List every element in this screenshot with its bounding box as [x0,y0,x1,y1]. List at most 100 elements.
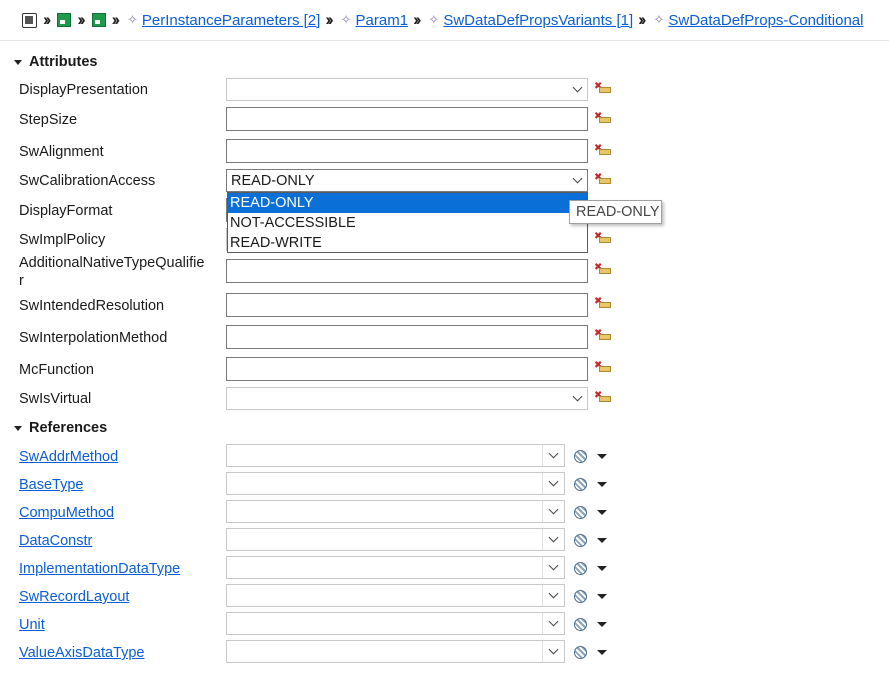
reference-globe-icon[interactable] [574,562,587,575]
chevron-down-icon[interactable] [542,501,564,522]
reference-link-valueaxisdatatype[interactable]: ValueAxisDataType [19,645,144,661]
label-swalignment: SwAlignment [19,144,104,160]
breadcrumb-link-swdatadefprops-conditional[interactable]: SwDataDefProps-Conditional [668,12,863,29]
clear-value-icon[interactable]: ✖ [594,232,612,246]
breadcrumb-link-perinstanceparameters[interactable]: PerInstanceParameters [2] [142,12,320,29]
reference-link-implementationdatatype[interactable]: ImplementationDataType [19,561,180,577]
dropdown-option-read-only[interactable]: READ-ONLY [228,193,587,213]
diamond-icon: ✧ [340,12,352,27]
label-displayformat: DisplayFormat [19,203,113,219]
references-title: References [29,420,108,436]
swalignment-input[interactable] [226,139,588,163]
stepsize-input[interactable] [226,107,588,131]
chevron-down-icon[interactable] [567,388,587,409]
collapse-triangle-icon[interactable] [14,59,22,65]
references-section-header[interactable]: References [14,418,107,438]
package-icon[interactable] [91,13,106,27]
reference-link-basetype[interactable]: BaseType [19,477,84,493]
option-tooltip: READ-ONLY [569,200,662,224]
dropdown-option-read-write[interactable]: READ-WRITE [228,233,587,253]
reference-globe-icon[interactable] [574,534,587,547]
clear-value-icon[interactable]: ✖ [594,297,612,311]
label-mcfunction: McFunction [19,362,94,378]
reference-globe-icon[interactable] [574,506,587,519]
swinterpolationmethod-input[interactable] [226,325,588,349]
reference-menu-dropdown-icon[interactable] [597,594,607,599]
chevron-down-icon[interactable] [542,613,564,634]
breadcrumb-separator-icon: ›› [111,10,120,29]
reference-link-compumethod[interactable]: CompuMethod [19,505,114,521]
clear-value-icon[interactable]: ✖ [594,263,612,277]
chevron-down-icon[interactable] [542,445,564,466]
swcalibrationaccess-combo[interactable]: READ-ONLY [226,169,588,192]
breadcrumb: ›› ›› ›› ✧ PerInstanceParameters [2] ›› … [0,0,889,40]
clear-value-icon[interactable]: ✖ [594,144,612,158]
implementationdatatype-combo[interactable] [226,556,565,579]
swcalibrationaccess-value: READ-ONLY [231,173,315,189]
chevron-down-icon[interactable] [542,529,564,550]
reference-globe-icon[interactable] [574,450,587,463]
attributes-section-header[interactable]: Attributes [14,52,97,72]
breadcrumb-link-param1[interactable]: Param1 [356,12,409,29]
clear-value-icon[interactable]: ✖ [594,173,612,187]
reference-link-swrecordlayout[interactable]: SwRecordLayout [19,589,129,605]
label-displaypresentation: DisplayPresentation [19,82,148,98]
reference-menu-dropdown-icon[interactable] [597,510,607,515]
reference-link-dataconstr[interactable]: DataConstr [19,533,92,549]
breadcrumb-separator-icon: ›› [413,10,421,29]
reference-menu-dropdown-icon[interactable] [597,650,607,655]
clear-value-icon[interactable]: ✖ [594,112,612,126]
chevron-down-icon[interactable] [567,79,587,100]
reference-globe-icon[interactable] [574,478,587,491]
reference-menu-dropdown-icon[interactable] [597,566,607,571]
swaddrmethod-combo[interactable] [226,444,565,467]
reference-globe-icon[interactable] [574,646,587,659]
reference-menu-dropdown-icon[interactable] [597,622,607,627]
dropdown-option-not-accessible[interactable]: NOT-ACCESSIBLE [228,213,587,233]
chevron-down-icon[interactable] [567,170,587,191]
mcfunction-input[interactable] [226,357,588,381]
label-line-1: AdditionalNativeTypeQualifie [19,255,205,271]
collapse-triangle-icon[interactable] [14,425,22,431]
package-icon[interactable] [57,13,72,27]
clear-value-icon[interactable]: ✖ [594,82,612,96]
label-additionalnativetypequalifier: AdditionalNativeTypeQualifie r [19,255,204,289]
reference-globe-icon[interactable] [574,618,587,631]
clear-value-icon[interactable]: ✖ [594,361,612,375]
attributes-title: Attributes [29,54,98,70]
breadcrumb-link-swdatadefpropsvariants[interactable]: SwDataDefPropsVariants [1] [443,12,633,29]
chevron-down-icon[interactable] [542,585,564,606]
displaypresentation-combo[interactable] [226,78,588,101]
basetype-combo[interactable] [226,472,565,495]
chevron-down-icon[interactable] [542,473,564,494]
breadcrumb-divider [0,40,889,41]
swrecordlayout-combo[interactable] [226,584,565,607]
reference-link-unit[interactable]: Unit [19,617,45,633]
reference-menu-dropdown-icon[interactable] [597,538,607,543]
reference-link-swaddrmethod[interactable]: SwAddrMethod [19,449,118,465]
diamond-icon: ✧ [428,12,440,27]
diamond-icon: ✧ [653,12,665,27]
chevron-down-icon[interactable] [542,641,564,662]
reference-menu-dropdown-icon[interactable] [597,454,607,459]
valueaxisdatatype-combo[interactable] [226,640,565,663]
label-line-2: r [19,273,24,289]
reference-menu-dropdown-icon[interactable] [597,482,607,487]
swisvirtual-combo[interactable] [226,387,588,410]
breadcrumb-separator-icon: ›› [638,10,646,29]
chevron-down-icon[interactable] [542,557,564,578]
clear-value-icon[interactable]: ✖ [594,391,612,405]
reference-globe-icon[interactable] [574,590,587,603]
swintendedresolution-input[interactable] [226,293,588,317]
label-swcalibrationaccess: SwCalibrationAccess [19,173,156,189]
unit-combo[interactable] [226,612,565,635]
clear-value-icon[interactable]: ✖ [594,329,612,343]
model-root-icon[interactable] [22,12,37,28]
additionalnativetypequalifier-input[interactable] [226,259,588,283]
calibration-access-dropdown-list: READ-ONLY NOT-ACCESSIBLE READ-WRITE [227,192,588,253]
compumethod-combo[interactable] [226,500,565,523]
label-swinterpolationmethod: SwInterpolationMethod [19,330,168,346]
dataconstr-combo[interactable] [226,528,565,551]
diamond-icon: ✧ [126,12,138,27]
label-swimplpolicy: SwImplPolicy [19,232,106,248]
